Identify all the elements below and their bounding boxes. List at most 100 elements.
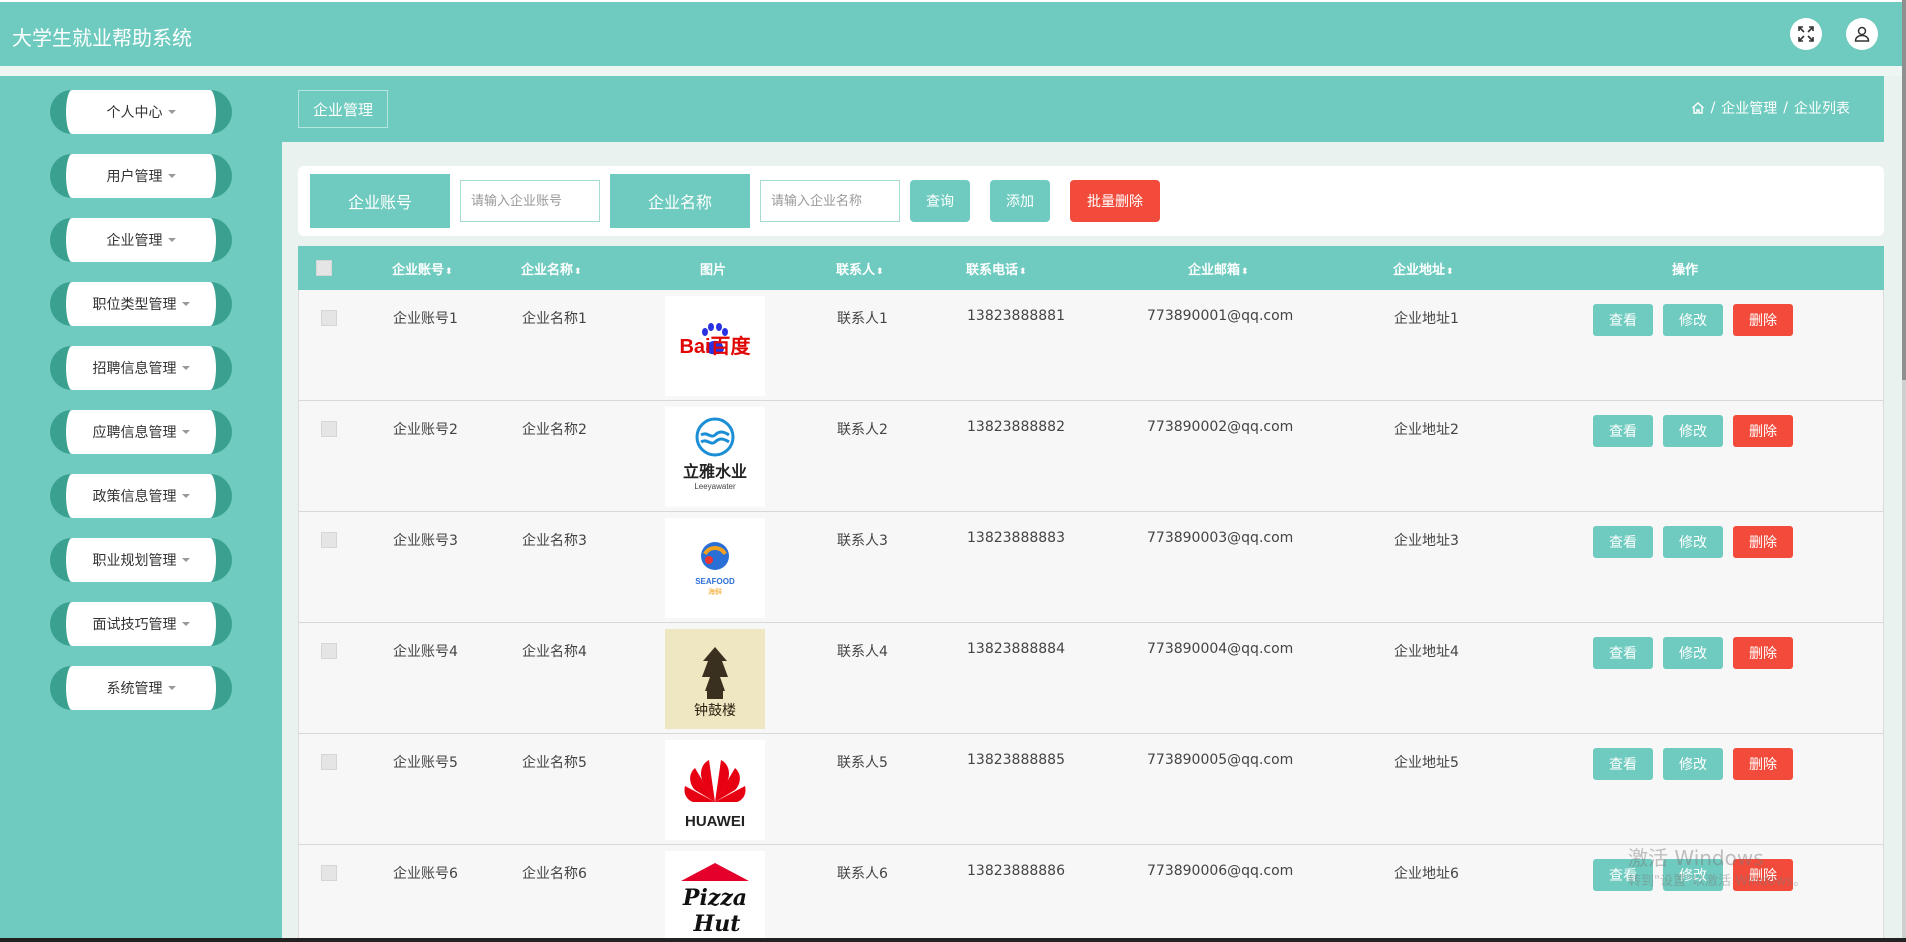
batch-delete-button[interactable]: 批量删除 (1070, 180, 1160, 222)
delete-button[interactable]: 删除 (1733, 526, 1793, 558)
name-label: 企业名称 (610, 174, 750, 228)
th-label: 联系人 (836, 263, 876, 278)
edit-button[interactable]: 修改 (1663, 304, 1723, 336)
view-button[interactable]: 查看 (1593, 304, 1653, 336)
sidebar-item-career-planning-management[interactable]: 职业规划管理 (50, 538, 232, 582)
th-account[interactable]: 企业账号⬍ (392, 259, 453, 278)
sidebar-item-system-management[interactable]: 系统管理 (50, 666, 232, 710)
logo-text: 钟鼓楼 (694, 702, 736, 719)
sidebar-item-personal-center[interactable]: 个人中心 (50, 90, 232, 134)
name-search-input[interactable] (760, 180, 900, 222)
logo-subtext: Leeyawater (694, 482, 736, 491)
pizzahut-logo: Pizza Hut (665, 851, 765, 942)
view-button[interactable]: 查看 (1593, 748, 1653, 780)
sidebar-item-policy-management[interactable]: 政策信息管理 (50, 474, 232, 518)
sidebar-item-job-type-management[interactable]: 职位类型管理 (50, 282, 232, 326)
cell-email: 773890004@qq.com (1147, 641, 1294, 657)
cell-email: 773890002@qq.com (1147, 419, 1294, 435)
scrollbar-thumb[interactable] (1902, 0, 1906, 380)
tower-logo-image: 钟鼓楼 (694, 647, 736, 719)
caret-down-icon (167, 174, 176, 178)
account-search-input[interactable] (460, 180, 600, 222)
cell-account: 企业账号4 (393, 644, 458, 660)
row-checkbox[interactable] (321, 421, 337, 437)
sidebar-item-company-management[interactable]: 企业管理 (50, 218, 232, 262)
edit-button[interactable]: 修改 (1663, 748, 1723, 780)
cell-account: 企业账号2 (393, 422, 458, 438)
sidebar-item-recruitment-management[interactable]: 招聘信息管理 (50, 346, 232, 390)
cell-address: 企业地址2 (1394, 422, 1459, 438)
caret-down-icon (181, 622, 190, 626)
th-phone[interactable]: 联系电话⬍ (966, 259, 1027, 278)
sidebar-item-label: 用户管理 (106, 169, 163, 185)
view-button[interactable]: 查看 (1593, 415, 1653, 447)
cell-contact: 联系人1 (837, 311, 888, 327)
row-checkbox[interactable] (321, 865, 337, 881)
edit-button[interactable]: 修改 (1663, 637, 1723, 669)
cell-address: 企业地址5 (1394, 755, 1459, 771)
table-row: 企业账号4 企业名称4 钟鼓楼 联系人4 13823888884 7738900… (299, 623, 1883, 734)
cell-name: 企业名称3 (522, 533, 587, 549)
cell-account: 企业账号1 (393, 311, 458, 327)
th-label: 企业账号 (392, 263, 445, 278)
home-icon[interactable] (1691, 101, 1705, 115)
sidebar-item-interview-skills-management[interactable]: 面试技巧管理 (50, 602, 232, 646)
huawei-logo: HUAWEI (665, 740, 765, 840)
cell-phone: 13823888886 (967, 863, 1065, 879)
cell-contact: 联系人4 (837, 644, 888, 660)
sidebar-item-user-management[interactable]: 用户管理 (50, 154, 232, 198)
logo-text: SEAFOOD (695, 577, 735, 586)
row-checkbox[interactable] (321, 532, 337, 548)
th-email[interactable]: 企业邮箱⬍ (1188, 259, 1249, 278)
cell-address: 企业地址1 (1394, 311, 1459, 327)
sort-icon: ⬍ (1446, 267, 1454, 277)
sort-icon: ⬍ (574, 267, 582, 277)
row-checkbox[interactable] (321, 754, 337, 770)
pizzahut-logo-image: Pizza Hut (681, 863, 749, 937)
th-address[interactable]: 企业地址⬍ (1393, 259, 1454, 278)
add-button[interactable]: 添加 (990, 180, 1050, 222)
logo-subtext: 海鲜 (708, 587, 722, 596)
cell-contact: 联系人5 (837, 755, 888, 771)
delete-button[interactable]: 删除 (1733, 748, 1793, 780)
fullscreen-button[interactable] (1790, 18, 1822, 50)
row-checkbox[interactable] (321, 310, 337, 326)
page-scrollbar[interactable] (1902, 0, 1906, 942)
expand-icon (1798, 26, 1814, 42)
query-button[interactable]: 查询 (910, 180, 970, 222)
select-all-checkbox[interactable] (316, 260, 332, 276)
baidu-logo: Bai百度 (665, 296, 765, 396)
cell-contact: 联系人3 (837, 533, 888, 549)
breadcrumb-separator: / (1783, 100, 1788, 116)
sort-icon: ⬍ (876, 267, 884, 277)
th-name[interactable]: 企业名称⬍ (521, 259, 582, 278)
sort-icon: ⬍ (1241, 267, 1249, 277)
caret-down-icon (181, 430, 190, 434)
delete-button[interactable]: 删除 (1733, 637, 1793, 669)
row-checkbox[interactable] (321, 643, 337, 659)
breadcrumb-company-management[interactable]: 企业管理 (1721, 98, 1777, 118)
table-row: 企业账号1 企业名称1 Bai百度 联系人1 13823888881 77389… (299, 290, 1883, 401)
th-label: 企业名称 (521, 263, 574, 278)
sidebar-item-label: 个人中心 (106, 105, 163, 121)
cell-name: 企业名称1 (522, 311, 587, 327)
edit-button[interactable]: 修改 (1663, 415, 1723, 447)
logo-text: Bai百度 (679, 334, 751, 358)
user-menu-button[interactable] (1846, 18, 1878, 50)
sidebar-item-label: 系统管理 (106, 681, 163, 697)
cell-phone: 13823888882 (967, 419, 1065, 435)
view-button[interactable]: 查看 (1593, 637, 1653, 669)
sidebar-item-application-management[interactable]: 应聘信息管理 (50, 410, 232, 454)
edit-button[interactable]: 修改 (1663, 526, 1723, 558)
delete-button[interactable]: 删除 (1733, 415, 1793, 447)
view-button[interactable]: 查看 (1593, 526, 1653, 558)
logo-subtext: Hut (693, 911, 741, 937)
caret-down-icon (167, 238, 176, 242)
th-label: 企业地址 (1393, 263, 1446, 278)
delete-button[interactable]: 删除 (1733, 304, 1793, 336)
cell-email: 773890001@qq.com (1147, 308, 1294, 324)
table-row: 企业账号5 企业名称5 HUAWEI 联系人5 13823888885 7738… (299, 734, 1883, 845)
page-header: 企业管理 / 企业管理 / 企业列表 (282, 76, 1884, 142)
cell-phone: 13823888881 (967, 308, 1065, 324)
th-contact[interactable]: 联系人⬍ (836, 259, 884, 278)
